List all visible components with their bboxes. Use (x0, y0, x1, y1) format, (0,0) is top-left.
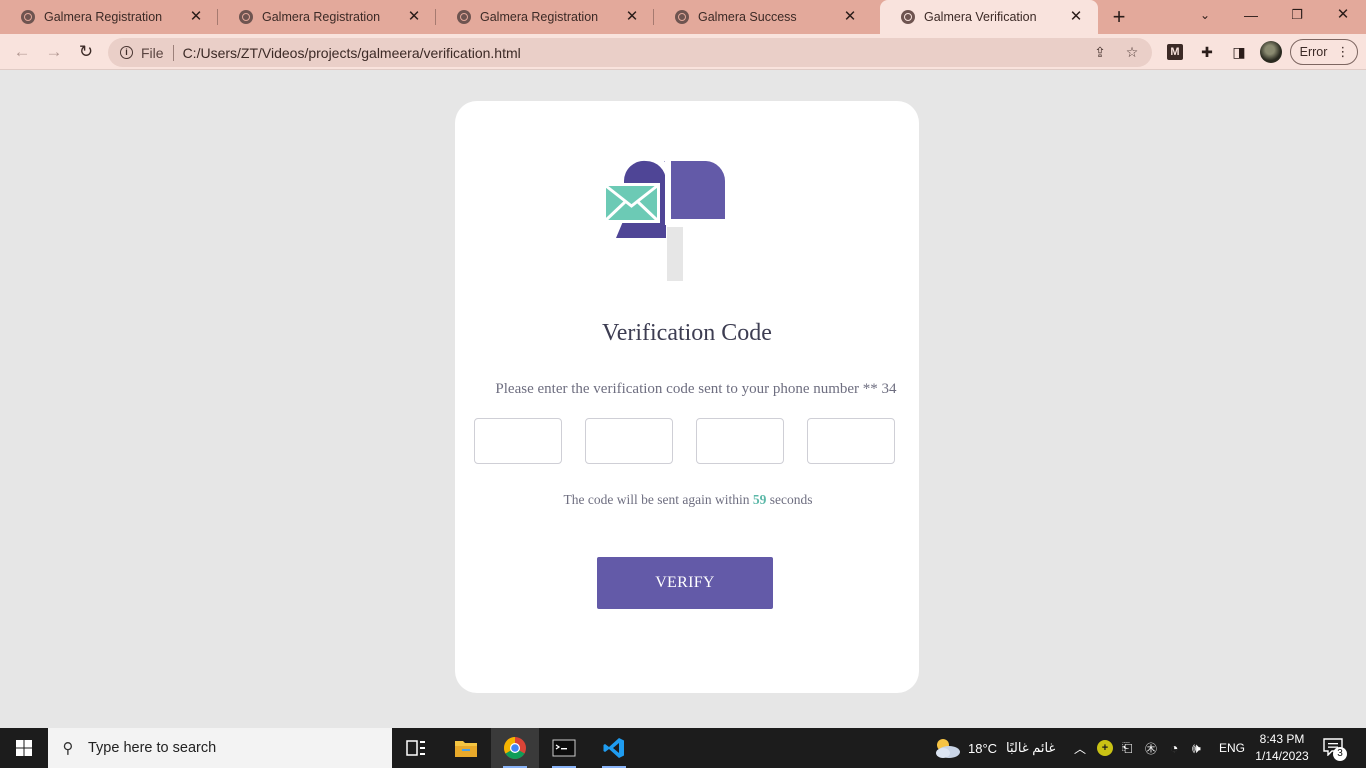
bookmark-star-icon[interactable]: ☆ (1120, 44, 1144, 61)
language-indicator[interactable]: ENG (1219, 728, 1245, 768)
verification-card: Verification Code Please enter the verif… (455, 101, 919, 693)
clock-time: 8:43 PM (1259, 732, 1305, 746)
terminal-app[interactable] (540, 728, 588, 768)
search-icon: ⚲ (62, 740, 74, 757)
close-tab-icon[interactable]: ✕ (406, 9, 422, 25)
verify-button[interactable]: VERIFY (597, 557, 773, 609)
close-window-icon[interactable]: ✕ (1320, 0, 1366, 30)
notification-badge: 3 (1333, 747, 1347, 761)
search-placeholder: Type here to search (88, 740, 217, 756)
notification-center-button[interactable]: 3 (1323, 738, 1347, 761)
resend-suffix: seconds (769, 492, 813, 507)
windows-logo-icon (16, 740, 32, 756)
close-tab-icon[interactable]: ✕ (188, 9, 204, 25)
code-digit-input[interactable] (474, 418, 562, 464)
page-title: Verification Code (602, 320, 772, 346)
share-icon[interactable]: ⇪ (1088, 44, 1112, 61)
wifi-icon[interactable]: ◔ (1170, 728, 1178, 768)
meet-now-icon[interactable]: ⎗ (1122, 728, 1132, 768)
tab-title: Galmera Verification (924, 10, 1037, 24)
tray-app-icon[interactable]: + (1097, 728, 1113, 768)
globe-icon (21, 10, 35, 24)
globe-icon (675, 10, 689, 24)
browser-tab[interactable]: Galmera Registration ✕ (0, 0, 218, 34)
code-digit-input[interactable] (585, 418, 673, 464)
system-clock[interactable]: 8:43 PM 1/14/2023 (1252, 731, 1312, 765)
profile-avatar[interactable] (1260, 41, 1282, 63)
scheme-label: File (141, 44, 164, 61)
tab-title: Galmera Registration (262, 10, 381, 24)
clock-date: 1/14/2023 (1255, 749, 1309, 763)
start-button[interactable] (0, 728, 48, 768)
minimize-icon[interactable]: — (1228, 0, 1274, 30)
side-panel-icon[interactable]: ◨ (1229, 42, 1249, 62)
file-explorer-app[interactable] (442, 728, 490, 768)
browser-tab[interactable]: Galmera Registration ✕ (218, 0, 436, 34)
vscode-app[interactable] (590, 728, 638, 768)
error-button[interactable]: Error ⋮ (1290, 39, 1358, 65)
tab-search-icon[interactable]: ⌄ (1182, 0, 1228, 30)
resend-timer-text: The code will be sent again within 59 se… (455, 492, 919, 508)
weather-temperature: 18°C (968, 740, 998, 756)
more-menu-icon: ⋮ (1336, 44, 1349, 59)
folder-icon (455, 741, 477, 757)
site-info-icon[interactable]: i (120, 46, 133, 59)
extension-m-icon[interactable]: M (1167, 44, 1183, 60)
close-tab-icon[interactable]: ✕ (1068, 9, 1084, 25)
instruction-text: Please enter the verification code sent … (495, 381, 897, 397)
address-bar[interactable]: i File C:/Users/ZT/Videos/projects/galme… (108, 38, 1152, 67)
task-view-icon (406, 740, 425, 756)
code-digit-input[interactable] (696, 418, 784, 464)
mailbox-icon (604, 160, 725, 281)
taskbar-search-box[interactable]: ⚲ Type here to search (48, 728, 392, 768)
close-tab-icon[interactable]: ✕ (842, 9, 858, 25)
extensions-puzzle-icon[interactable]: ✚ (1197, 42, 1217, 62)
tab-strip: Galmera Registration ✕ Galmera Registrat… (0, 0, 1366, 34)
weather-description: غائم غالبًا (1006, 740, 1056, 755)
task-view-button[interactable] (392, 728, 440, 768)
windows-taskbar: ⚲ Type here to search 18°C غائم غالبًا ︿… (0, 728, 1366, 768)
chrome-icon (504, 737, 526, 759)
weather-widget[interactable]: 18°C غائم غالبًا (932, 728, 1055, 768)
forward-arrow-icon[interactable]: → (42, 40, 66, 64)
error-label: Error (1299, 45, 1328, 59)
tab-title: Galmera Registration (44, 10, 163, 24)
vscode-icon (603, 738, 624, 758)
globe-icon (901, 10, 915, 24)
address-divider (172, 44, 174, 61)
terminal-icon (552, 739, 576, 757)
tab-title: Galmera Registration (480, 10, 599, 24)
globe-icon (239, 10, 253, 24)
restore-icon[interactable]: ❐ (1274, 0, 1320, 30)
back-arrow-icon[interactable]: ← (10, 40, 34, 64)
browser-tab[interactable]: Galmera Success ✕ (654, 0, 872, 34)
url-text[interactable]: C:/Users/ZT/Videos/projects/galmeera/ver… (183, 45, 1088, 61)
browser-toolbar: ← → ↻ i File C:/Users/ZT/Videos/projects… (0, 34, 1366, 70)
code-digit-input[interactable] (807, 418, 895, 464)
resend-prefix: The code will be sent again within (563, 492, 750, 507)
globe-icon (457, 10, 471, 24)
cloudy-weather-icon (936, 739, 960, 758)
reload-icon[interactable]: ↻ (74, 40, 98, 64)
countdown-seconds: 59 (752, 492, 767, 507)
volume-icon[interactable]: 🕪 (1192, 728, 1201, 768)
ime-icon[interactable]: ㊍ (1145, 728, 1157, 768)
show-hidden-icons-chevron-icon[interactable]: ︿ (1074, 728, 1086, 768)
chrome-app[interactable] (491, 728, 539, 768)
browser-tab[interactable]: Galmera Registration ✕ (436, 0, 654, 34)
tab-title: Galmera Success (698, 10, 797, 24)
close-tab-icon[interactable]: ✕ (624, 9, 640, 25)
new-tab-button[interactable]: + (1108, 6, 1130, 28)
browser-tab-active[interactable]: Galmera Verification ✕ (880, 0, 1098, 34)
